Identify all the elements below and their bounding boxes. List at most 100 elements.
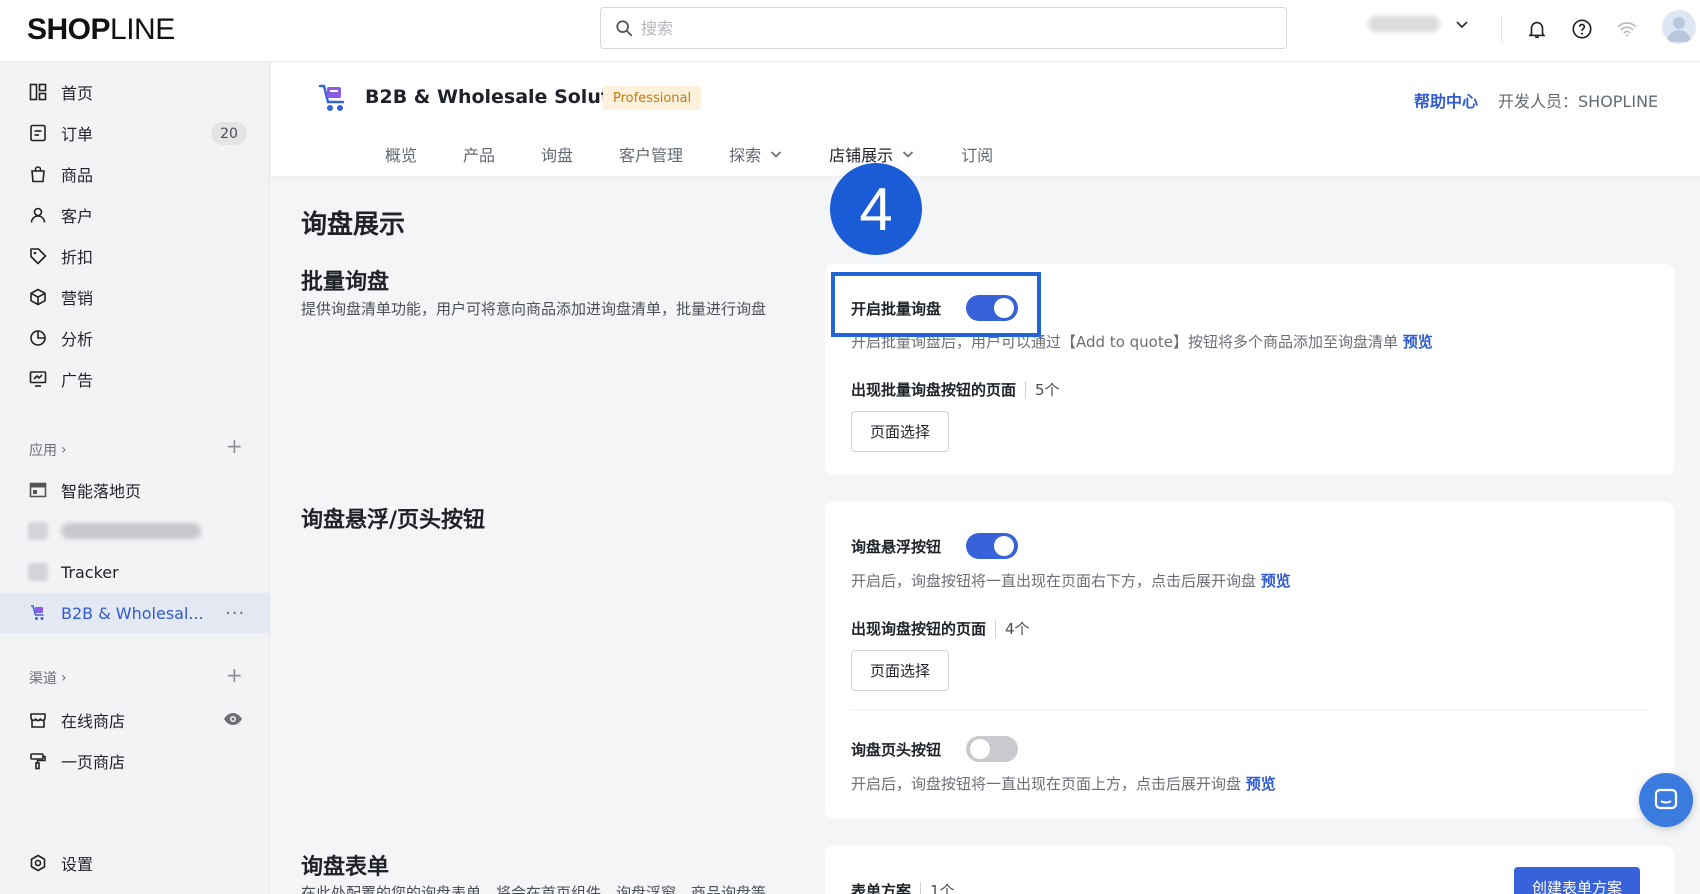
section-desc-form: 在此处配置的您的询盘表单，将会在首页组件、询盘浮窗、商品询盘等 [301, 884, 767, 894]
top-bar: SHOPLINE [0, 0, 1700, 62]
bell-icon[interactable] [1524, 16, 1550, 42]
preview-link[interactable]: 预览 [1403, 333, 1433, 351]
sidebar-item-orders[interactable]: 订单 20 [0, 113, 270, 153]
tracker-icon [28, 563, 48, 581]
preview-link[interactable]: 预览 [1246, 775, 1276, 793]
blurred-label [61, 523, 201, 539]
user-icon [28, 205, 48, 225]
sidebar-item-label: B2B & Wholesal... [61, 603, 204, 623]
inquiry-form-card: 表单方案 1个 创建表单方案 [825, 846, 1674, 894]
app-header: B2B & Wholesale Solution Professional 帮助… [271, 62, 1700, 177]
sidebar-item-label: 订单 [61, 125, 94, 144]
box-icon [28, 287, 48, 307]
dashboard-icon [28, 82, 48, 102]
tab-explore[interactable]: 探索 [729, 142, 783, 166]
search-icon [616, 20, 633, 37]
float-button-card: 询盘悬浮按钮 开启后，询盘按钮将一直出现在页面右下方，点击后展开询盘 预览 出现… [825, 502, 1674, 818]
label-text: 表单方案 [851, 882, 912, 894]
add-channel-button[interactable]: + [226, 663, 243, 687]
batch-pages-label: 出现批量询盘按钮的页面 5个 [851, 379, 1060, 400]
sidebar-item-label: 客户 [61, 207, 94, 226]
sidebar-item-ads[interactable]: 广告 [0, 359, 270, 399]
sidebar-item-label: 智能落地页 [61, 482, 142, 501]
chat-support-button[interactable] [1639, 773, 1693, 827]
create-form-scheme-button[interactable]: 创建表单方案 [1514, 867, 1641, 894]
form-scheme-label: 表单方案 1个 [851, 880, 955, 894]
order-icon [28, 123, 48, 143]
apps-section-header[interactable]: 应用 › [29, 440, 67, 460]
wifi-icon[interactable] [1614, 16, 1640, 42]
header-toggle-label: 询盘页头按钮 [851, 741, 942, 759]
section-label: 应用 [29, 443, 57, 459]
tag-icon [28, 246, 48, 266]
desc-text: 开启后，询盘按钮将一直出现在页面上方，点击后展开询盘 [851, 775, 1242, 793]
more-icon[interactable]: ··· [225, 603, 245, 624]
tab-customer-management[interactable]: 客户管理 [619, 142, 683, 166]
channels-section-header[interactable]: 渠道 › [29, 668, 67, 688]
store-icon [28, 710, 48, 730]
section-title-float: 询盘悬浮/页头按钮 [301, 508, 486, 533]
sidebar-item-online-store[interactable]: 在线商店 [0, 700, 270, 740]
float-page-select-button[interactable]: 页面选择 [851, 650, 950, 691]
eye-icon[interactable] [223, 711, 243, 730]
b2b-app-icon [28, 603, 48, 623]
chevron-down-icon [771, 151, 782, 158]
developer-label: 开发人员：SHOPLINE [1498, 92, 1659, 111]
shopline-logo[interactable]: SHOPLINE [27, 13, 175, 47]
help-center-link[interactable]: 帮助中心 [1414, 88, 1478, 112]
sidebar-item-marketing[interactable]: 营销 [0, 277, 270, 317]
float-pages-label: 出现询盘按钮的页面 4个 [851, 618, 1030, 639]
header-button-toggle[interactable] [966, 736, 1018, 762]
sidebar-item-label: 一页商店 [61, 753, 126, 772]
avatar[interactable] [1662, 10, 1696, 44]
step-number-marker: 4 [830, 163, 922, 255]
section-title-form: 询盘表单 [301, 855, 390, 880]
sidebar-item-products[interactable]: 商品 [0, 154, 270, 194]
paint-roller-icon [28, 751, 48, 771]
batch-page-select-button[interactable]: 页面选择 [851, 411, 950, 452]
sidebar-item-label: Tracker [61, 562, 119, 582]
tab-subscription[interactable]: 订阅 [961, 142, 993, 166]
header-toggle-desc: 开启后，询盘按钮将一直出现在页面上方，点击后展开询盘 预览 [851, 773, 1276, 794]
tab-inquiries[interactable]: 询盘 [541, 142, 573, 166]
plan-badge: Professional [603, 86, 702, 110]
sidebar-item-label: 在线商店 [61, 712, 126, 731]
float-button-toggle[interactable] [966, 533, 1018, 559]
search-box[interactable] [600, 7, 1287, 49]
sidebar-item-one-page-store[interactable]: 一页商店 [0, 741, 270, 781]
section-title-batch: 批量询盘 [301, 270, 390, 295]
divider [851, 709, 1648, 710]
divider [1501, 16, 1502, 42]
sidebar-item-discounts[interactable]: 折扣 [0, 236, 270, 276]
section-desc-batch: 提供询盘清单功能，用户可将意向商品添加进询盘清单，批量进行询盘 [301, 300, 767, 318]
tab-products[interactable]: 产品 [463, 142, 495, 166]
toggle-knob [970, 739, 990, 759]
sidebar-item-settings[interactable]: 设置 [0, 843, 270, 883]
sidebar: 首页 订单 20 商品 客户 折扣 营销 分析 广告 应用 › + 智能落地页 [0, 62, 270, 894]
sidebar-item-customers[interactable]: 客户 [0, 195, 270, 235]
app-icon [28, 522, 48, 540]
search-input[interactable] [641, 18, 1241, 38]
sidebar-item-analytics[interactable]: 分析 [0, 318, 270, 358]
sidebar-item-home[interactable]: 首页 [0, 72, 270, 112]
app-title: B2B & Wholesale Solution [365, 86, 644, 108]
float-toggle-desc: 开启后，询盘按钮将一直出现在页面右下方，点击后展开询盘 预览 [851, 570, 1291, 591]
tab-overview[interactable]: 概览 [385, 142, 417, 166]
pages-count: 5个 [1025, 381, 1060, 399]
help-icon[interactable] [1569, 16, 1595, 42]
chevron-right-icon: › [61, 442, 67, 458]
sidebar-item-label: 营销 [61, 289, 94, 308]
chart-icon [28, 328, 48, 348]
sidebar-item-label: 分析 [61, 330, 94, 349]
sidebar-item-tracker[interactable]: Tracker [0, 552, 270, 592]
section-label: 渠道 [29, 671, 57, 687]
sidebar-item-blurred-app[interactable] [0, 511, 270, 551]
sidebar-item-landing-page[interactable]: 智能落地页 [0, 470, 270, 510]
layout-icon [28, 480, 48, 500]
app-tabs: 概览 产品 询盘 客户管理 探索 店铺展示 订阅 [385, 142, 1039, 166]
preview-link[interactable]: 预览 [1261, 572, 1291, 590]
sidebar-item-b2b[interactable]: B2B & Wholesal... ··· [0, 593, 270, 633]
add-app-button[interactable]: + [226, 434, 243, 458]
store-selector[interactable] [1368, 16, 1470, 32]
label-text: 出现询盘按钮的页面 [851, 620, 987, 638]
